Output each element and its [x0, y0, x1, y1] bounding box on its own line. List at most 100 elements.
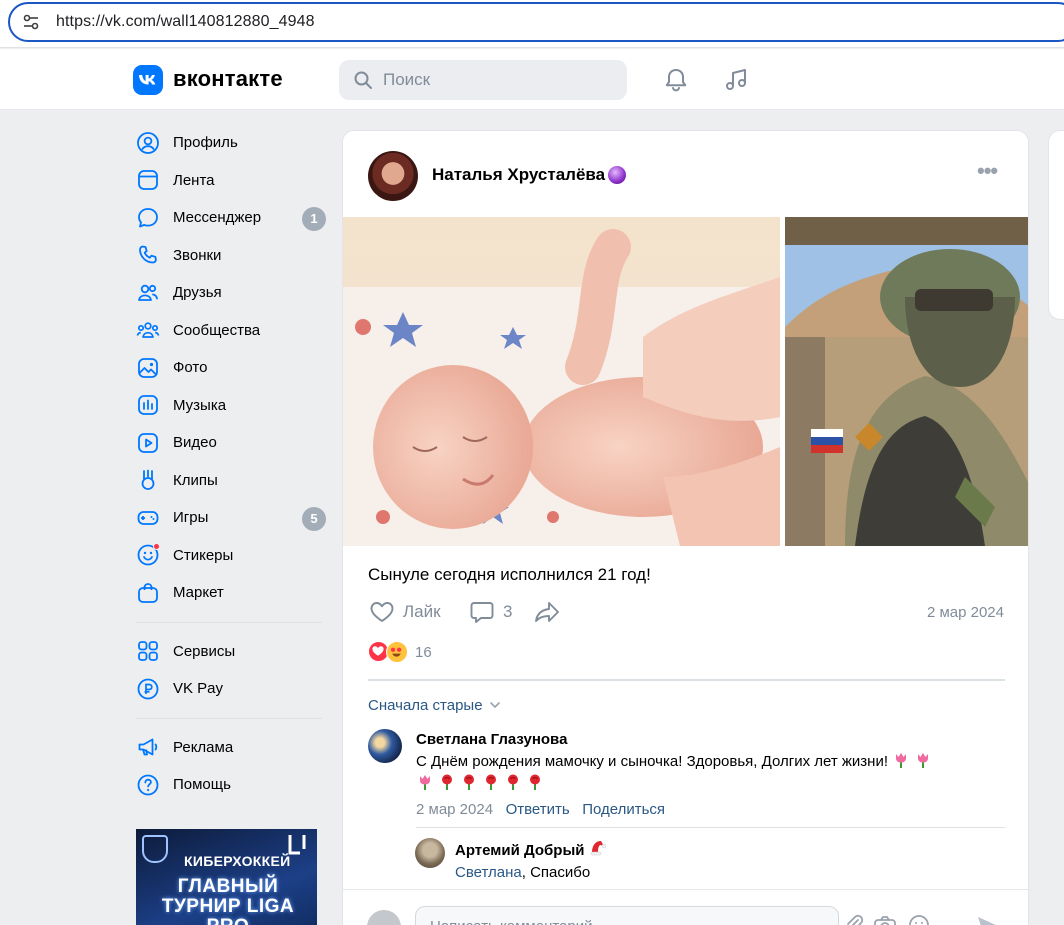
sidebar-item-stickers[interactable]: Стикеры [136, 537, 326, 575]
reply-body: , Спасибо [521, 864, 591, 881]
comment-button[interactable]: 3 [469, 599, 512, 625]
sidebar-item-video[interactable]: Видео [136, 424, 326, 462]
sidebar-item-vkpay[interactable]: VK Pay [136, 670, 326, 708]
rose-emoji-icon [486, 774, 496, 790]
rose-emoji-icon [530, 774, 540, 790]
sidebar-item-communities[interactable]: Сообщества [136, 312, 326, 350]
current-user-avatar [367, 910, 401, 925]
crystal-ball-emoji-icon [608, 166, 626, 184]
sidebar-item-label: VK Pay [173, 680, 224, 698]
rose-emoji-icon [442, 774, 452, 790]
comment-author[interactable]: Светлана Глазунова [416, 731, 567, 748]
share-button[interactable] [533, 599, 561, 625]
sidebar-item-label: Стикеры [173, 546, 234, 564]
heart-eyes-reaction-icon [386, 641, 408, 663]
sidebar-item-calls[interactable]: Звонки [136, 237, 326, 275]
reply-text: Светлана, Спасибо [455, 862, 590, 884]
ad-subheadline: ГЛАВНЫЙ ТУРНИР LIGA PRO [161, 876, 295, 925]
megaphone-icon [138, 738, 158, 756]
tournament-shield-icon [142, 835, 168, 863]
author-avatar[interactable] [368, 151, 418, 201]
services-icon [138, 641, 158, 662]
url-field[interactable]: https://vk.com/wall140812880_4948 [8, 2, 1064, 42]
soldier-photo-illustration [785, 217, 1028, 546]
comment-input[interactable] [415, 906, 839, 925]
wall-post: Наталья Хрусталёва ••• Сынуле сегодня ис… [342, 130, 1029, 925]
post-date[interactable]: 2 мар 2024 [927, 604, 1004, 621]
comments-sort-dropdown[interactable]: Сначала старые [368, 697, 501, 714]
notifications-bell-icon[interactable] [662, 66, 690, 94]
sidebar-item-games[interactable]: Игры 5 [136, 499, 326, 537]
sidebar-item-label: Игры [173, 509, 209, 527]
sidebar-item-profile[interactable]: Профиль [136, 124, 326, 162]
sidebar-item-label: Мессенджер [173, 209, 262, 227]
sidebar-item-help[interactable]: Помощь [136, 766, 326, 804]
baby-photo-illustration [343, 217, 780, 546]
games-badge: 5 [302, 507, 326, 531]
search-input[interactable] [383, 66, 613, 94]
photo-icon [138, 357, 158, 378]
sidebar-item-label: Звонки [173, 246, 222, 264]
post-text: Сынуле сегодня исполнился 21 год! [368, 565, 651, 584]
sidebar-item-market[interactable]: Маркет [136, 574, 326, 612]
sidebar-item-ads[interactable]: Реклама [136, 729, 326, 767]
rose-emoji-icon [464, 774, 474, 790]
reply-author[interactable]: Артемий Добрый [455, 842, 585, 859]
help-icon [137, 774, 159, 796]
comment-meta: 2 мар 2024 Ответить Поделиться [416, 801, 665, 818]
sidebar-item-label: Маркет [173, 584, 224, 602]
vk-header: вконтакте [0, 49, 1064, 110]
share-arrow-icon [535, 602, 559, 622]
comment-text: С Днём рождения мамочку и сыночка! Здоро… [416, 751, 1006, 795]
right-side-card [1048, 130, 1064, 320]
site-settings-icon[interactable] [22, 13, 40, 31]
mention-link[interactable]: Светлана [455, 864, 522, 881]
sidebar-item-clips[interactable]: Клипы [136, 462, 326, 500]
ad-banner[interactable]: КИБЕРХОККЕЙ ГЛАВНЫЙ ТУРНИР LIGA PRO [136, 829, 317, 925]
tulip-emoji-icon [896, 753, 907, 768]
rose-emoji-icon [508, 774, 518, 790]
browser-address-bar: https://vk.com/wall140812880_4948 [0, 0, 1064, 48]
share-link[interactable]: Поделиться [582, 801, 665, 818]
sidebar-item-label: Друзья [173, 284, 222, 302]
games-icon [137, 510, 159, 525]
sidebar-item-feed[interactable]: Лента [136, 162, 326, 200]
vk-logo-icon[interactable] [133, 65, 163, 95]
communities-icon [136, 322, 160, 339]
camera-icon[interactable] [873, 914, 897, 925]
sidebar-item-label: Сообщества [173, 321, 261, 339]
post-photo-baby[interactable] [343, 217, 780, 546]
market-icon [138, 582, 158, 603]
sidebar-item-label: Лента [173, 171, 215, 189]
reply-link[interactable]: Ответить [506, 801, 570, 818]
post-author-name[interactable]: Наталья Хрусталёва [432, 165, 605, 185]
unread-badge: 1 [302, 207, 326, 231]
vkpay-icon [137, 678, 159, 700]
ad-headline: КИБЕРХОККЕЙ [184, 853, 291, 869]
sidebar-item-friends[interactable]: Друзья [136, 274, 326, 312]
music-note-icon[interactable] [722, 66, 750, 94]
post-photo-soldier[interactable] [785, 217, 1028, 546]
reply-author-avatar[interactable] [415, 838, 445, 868]
emoji-smile-icon[interactable] [908, 914, 930, 925]
messenger-icon [138, 207, 158, 228]
sidebar-item-messenger[interactable]: Мессенджер 1 [136, 199, 326, 237]
comment-body: С Днём рождения мамочку и сыночка! Здоро… [416, 753, 889, 770]
commenter-avatar[interactable] [368, 729, 402, 763]
send-arrow-icon[interactable] [975, 914, 1001, 925]
comment-date[interactable]: 2 мар 2024 [416, 801, 493, 818]
like-button[interactable]: Лайк [369, 599, 441, 625]
more-options-icon[interactable]: ••• [977, 160, 1001, 186]
sidebar-item-label: Музыка [173, 396, 227, 414]
sidebar-item-photos[interactable]: Фото [136, 349, 326, 387]
sidebar-item-music[interactable]: Музыка [136, 387, 326, 425]
attach-clip-icon[interactable] [843, 914, 865, 925]
search-box[interactable] [339, 60, 627, 100]
friends-icon [138, 284, 158, 301]
sidebar-item-services[interactable]: Сервисы [136, 633, 326, 671]
url-text: https://vk.com/wall140812880_4948 [56, 13, 315, 30]
vk-logo-text[interactable]: вконтакте [173, 66, 283, 92]
tulip-emoji-icon [420, 775, 430, 790]
sidebar-item-label: Реклама [173, 738, 234, 756]
reactions-count: 16 [415, 644, 432, 661]
